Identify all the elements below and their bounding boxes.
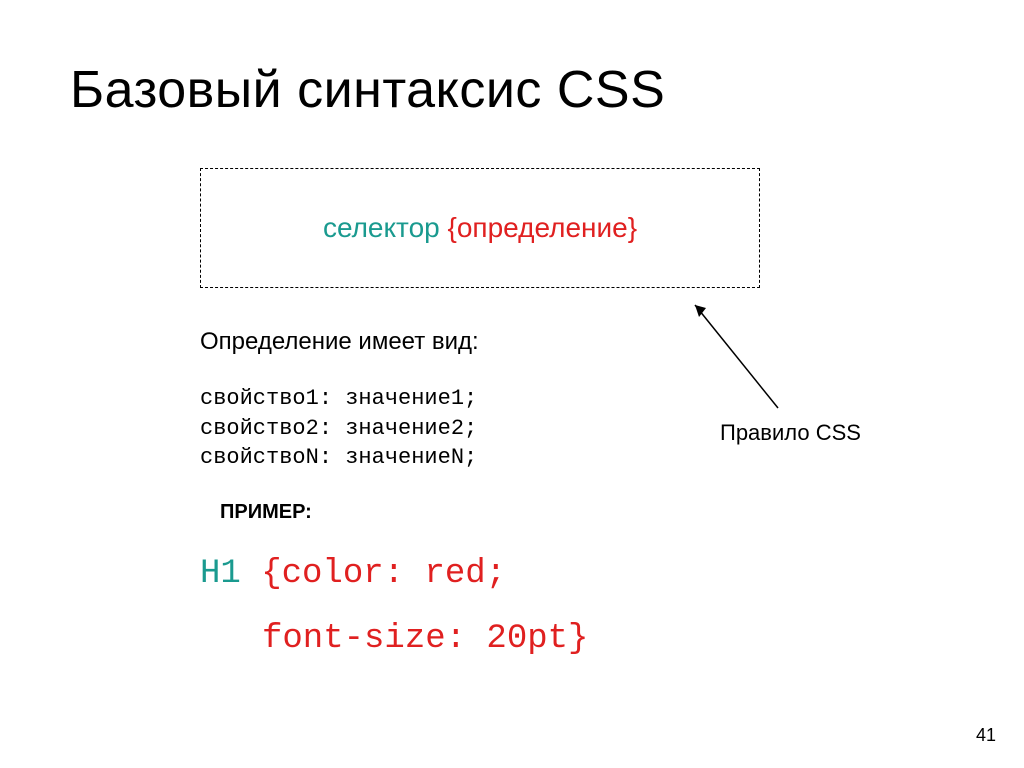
slide: Базовый синтаксис CSS селектор { определ…	[0, 0, 1024, 768]
rule-definition: определение	[457, 212, 628, 244]
example-code: H1 {color: red; font-size: 20pt}	[200, 542, 954, 671]
example-decl-open: {color: red;	[241, 555, 506, 593]
rule-selector: селектор	[323, 212, 440, 244]
arrow-icon	[690, 300, 810, 420]
page-number: 41	[976, 725, 996, 746]
slide-title: Базовый синтаксис CSS	[70, 60, 954, 120]
css-rule-box: селектор { определение }	[200, 168, 760, 288]
example-line-1: H1 {color: red;	[200, 542, 954, 607]
definition-label: Определение имеет вид:	[200, 328, 954, 356]
example-selector: H1	[200, 555, 241, 593]
rule-brace-close: }	[628, 212, 637, 244]
example-line-2: font-size: 20pt}	[200, 607, 954, 672]
property-line: свойство1: значение1;	[200, 384, 954, 414]
example-label: ПРИМЕР:	[220, 501, 954, 524]
example-decl-line2: font-size: 20pt}	[262, 607, 588, 672]
rule-caption: Правило CSS	[720, 420, 861, 446]
rule-brace-open: {	[448, 212, 457, 244]
property-line: свойствоN: значениеN;	[200, 443, 954, 473]
